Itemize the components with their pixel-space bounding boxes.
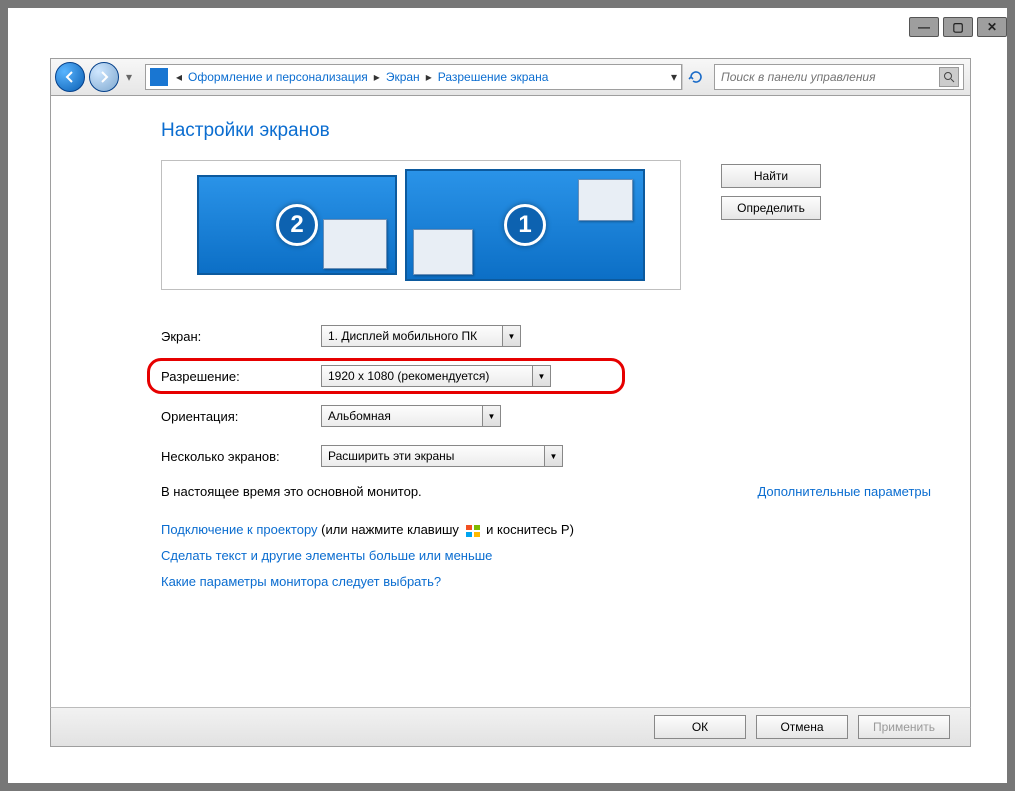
- window-controls: — ▢ ✕: [905, 8, 1007, 46]
- chevron-down-icon: ▼: [532, 366, 550, 386]
- select-value: 1. Дисплей мобильного ПК: [328, 329, 477, 343]
- multi-display-row: Несколько экранов: Расширить эти экраны …: [161, 436, 946, 476]
- apply-button[interactable]: Применить: [858, 715, 950, 739]
- footer: ОК Отмена Применить: [50, 707, 971, 747]
- display-row: Экран: 1. Дисплей мобильного ПК ▼: [161, 316, 946, 356]
- chevron-down-icon: ▼: [482, 406, 500, 426]
- cancel-button[interactable]: Отмена: [756, 715, 848, 739]
- monitors-side-buttons: Найти Определить: [721, 164, 821, 220]
- projector-link[interactable]: Подключение к проектору: [161, 522, 318, 537]
- breadcrumb-item[interactable]: Оформление и персонализация: [184, 70, 372, 84]
- minimize-button[interactable]: —: [909, 17, 939, 37]
- display-select[interactable]: 1. Дисплей мобильного ПК ▼: [321, 325, 521, 347]
- address-bar[interactable]: ◂ Оформление и персонализация ▸ Экран ▸ …: [145, 64, 682, 90]
- window-thumb-icon: [578, 179, 633, 221]
- select-value: Расширить эти экраны: [328, 449, 454, 463]
- resolution-label: Разрешение:: [161, 369, 321, 384]
- windows-key-icon: [465, 524, 481, 538]
- maximize-button[interactable]: ▢: [943, 17, 973, 37]
- orientation-row: Ориентация: Альбомная ▼: [161, 396, 946, 436]
- window-thumb-icon: [413, 229, 473, 275]
- monitor-1[interactable]: 1: [405, 169, 645, 281]
- arrow-left-icon: [63, 70, 77, 84]
- resolution-select[interactable]: 1920 x 1080 (рекомендуется) ▼: [321, 365, 551, 387]
- search-box[interactable]: [714, 64, 964, 90]
- advanced-settings-link[interactable]: Дополнительные параметры: [757, 484, 931, 499]
- display-label: Экран:: [161, 329, 321, 344]
- arrow-right-icon: [97, 70, 111, 84]
- multi-display-select[interactable]: Расширить эти экраны ▼: [321, 445, 563, 467]
- orientation-select[interactable]: Альбомная ▼: [321, 405, 501, 427]
- monitor-badge: 2: [276, 204, 318, 246]
- nav-back-button[interactable]: [55, 62, 85, 92]
- chevron-left-icon[interactable]: ◂: [174, 70, 184, 84]
- select-value: Альбомная: [328, 409, 391, 423]
- help-links: Подключение к проектору (или нажмите кла…: [161, 517, 946, 595]
- nav-forward-button[interactable]: [89, 62, 119, 92]
- nav-history-dropdown[interactable]: ▾: [121, 63, 137, 91]
- monitor-2[interactable]: 2: [197, 175, 397, 275]
- toolbar: ▾ ◂ Оформление и персонализация ▸ Экран …: [50, 58, 971, 96]
- chevron-down-icon[interactable]: ▾: [671, 70, 677, 84]
- ok-button[interactable]: ОК: [654, 715, 746, 739]
- chevron-down-icon: ▼: [544, 446, 562, 466]
- page-title: Настройки экранов: [161, 120, 946, 142]
- select-value: 1920 x 1080 (рекомендуется): [328, 369, 489, 383]
- breadcrumb-item[interactable]: Разрешение экрана: [434, 70, 553, 84]
- identify-button[interactable]: Определить: [721, 196, 821, 220]
- help-link[interactable]: Какие параметры монитора следует выбрать…: [161, 574, 441, 589]
- status-line: В настоящее время это основной монитор. …: [161, 484, 931, 499]
- chevron-down-icon: ▼: [502, 326, 520, 346]
- content-area: Настройки экранов 2 1 Найти Определить Э…: [50, 96, 971, 717]
- monitors-preview[interactable]: 2 1: [161, 160, 681, 290]
- chevron-right-icon: ▸: [372, 70, 382, 84]
- multi-display-label: Несколько экранов:: [161, 449, 321, 464]
- detect-button[interactable]: Найти: [721, 164, 821, 188]
- refresh-icon: [688, 69, 704, 85]
- refresh-button[interactable]: [682, 64, 708, 90]
- projector-hint-a: (или нажмите клавишу: [318, 522, 463, 537]
- window-thumb-icon: [323, 219, 387, 269]
- monitor-badge: 1: [504, 204, 546, 246]
- resolution-row: Разрешение: 1920 x 1080 (рекомендуется) …: [161, 356, 946, 396]
- control-panel-icon: [150, 68, 168, 86]
- text-scaling-link[interactable]: Сделать текст и другие элементы больше и…: [161, 548, 492, 563]
- projector-hint-b: и коснитесь P): [483, 522, 574, 537]
- breadcrumb-item[interactable]: Экран: [382, 70, 424, 84]
- search-input[interactable]: [719, 69, 939, 85]
- orientation-label: Ориентация:: [161, 409, 321, 424]
- monitors-section: 2 1 Найти Определить: [161, 160, 946, 290]
- search-button[interactable]: [939, 67, 959, 87]
- close-button[interactable]: ✕: [977, 17, 1007, 37]
- search-icon: [943, 71, 955, 83]
- chevron-right-icon: ▸: [424, 70, 434, 84]
- primary-monitor-text: В настоящее время это основной монитор.: [161, 484, 422, 499]
